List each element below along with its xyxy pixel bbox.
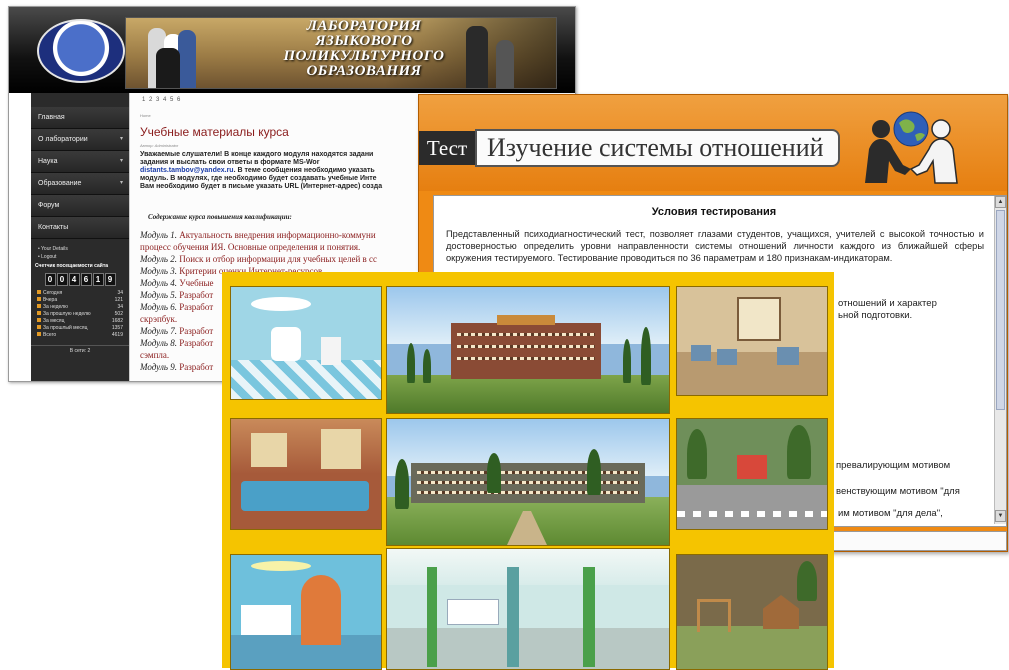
sidebar: Главная О лаборатории ▾ Наука ▾ Образовани… [31, 93, 129, 381]
scrollbar[interactable]: ▲ ▼ [994, 196, 1006, 524]
stat-row: Всего 4619 [31, 332, 129, 339]
scroll-up-icon[interactable]: ▲ [995, 196, 1006, 208]
tile-pool-hall [230, 418, 382, 530]
page-title: Учебные материалы курса [140, 125, 289, 139]
tile-dental-room [230, 286, 382, 400]
online-count: В сети: 2 [31, 345, 129, 354]
user-links: • Your Details • Logout [31, 239, 129, 263]
handshake-globe-icon [865, 111, 958, 184]
stat-icon [37, 318, 41, 322]
photo-collage [222, 272, 834, 670]
list-item[interactable]: процесс обучения ИЯ. Основные определени… [140, 241, 430, 253]
breadcrumb[interactable]: Home [140, 113, 151, 118]
text-fragment: ьной подготовки. [838, 310, 913, 321]
chevron-down-icon: ▾ [119, 136, 123, 142]
list-item[interactable]: Модуль 1. Актуальность внедрения информа… [140, 229, 430, 241]
text-fragment: превалирующим мотивом [836, 460, 951, 471]
chevron-down-icon: ▾ [119, 158, 123, 164]
stat-icon [37, 325, 41, 329]
chevron-down-icon: ▾ [119, 180, 123, 186]
lab-title: ЛАБОРАТОРИЯ ЯЗЫКОВОГО ПОЛИКУЛЬТУРНОГО ОБ… [283, 18, 445, 79]
your-details-link[interactable]: • Your Details [38, 245, 129, 253]
tile-playground [676, 554, 828, 670]
stat-icon [37, 297, 41, 301]
author-line: Автор: Administrator [140, 143, 179, 148]
intro-text: Уважаемые слушатели! В конце каждого мод… [140, 151, 383, 190]
pagination[interactable]: 1 2 3 4 5 6 [142, 97, 181, 103]
test-description: Представленный психодиагностический тест… [446, 229, 984, 263]
menu-item-education[interactable]: Образование ▾ [31, 173, 129, 195]
panel-title: Условия тестирования [651, 206, 777, 218]
test-header: Тест Изучение системы отношений [419, 95, 1007, 191]
stat-icon [37, 311, 41, 315]
tile-building-front [386, 286, 670, 414]
stat-icon [37, 332, 41, 336]
scroll-thumb[interactable] [996, 210, 1005, 410]
counter-digit: 9 [104, 273, 116, 286]
list-item[interactable]: Модуль 2. Поиск и отбор информации для у… [140, 253, 430, 265]
test-tag: Тест [419, 131, 475, 165]
visit-counter: 0 0 4 6 1 9 [31, 273, 129, 286]
tile-playground-street [676, 418, 828, 530]
site-header: ЛАБОРАТОРИЯ ЯЗЫКОВОГО ПОЛИКУЛЬТУРНОГО ОБ… [9, 7, 575, 93]
menu-item-forum[interactable]: Форум [31, 195, 129, 217]
scroll-down-icon[interactable]: ▼ [995, 510, 1006, 522]
text-fragment: им мотивом "для дела", [838, 508, 943, 519]
stat-row: Вчера 121 [31, 297, 129, 304]
menu-item-contacts[interactable]: Контакты [31, 217, 129, 239]
tile-building-wide [386, 418, 670, 546]
email-link[interactable]: distants.tambov@yandex.ru [140, 167, 234, 174]
course-contents-heading: Содержание курса повышения квалификации: [148, 213, 292, 221]
counter-digit: 0 [56, 273, 68, 286]
stat-row: Сегодня 34 [31, 290, 129, 297]
text-fragment: венствующим мотивом "для [836, 486, 960, 497]
university-logo-icon[interactable] [37, 19, 125, 83]
stat-row: За месяц 1682 [31, 318, 129, 325]
counter-digit: 4 [68, 273, 80, 286]
stat-row: За прошлую неделю 502 [31, 311, 129, 318]
tile-classroom [676, 286, 828, 396]
text-fragment: отношений и характер [838, 298, 937, 309]
counter-digit: 1 [92, 273, 104, 286]
tile-reception [230, 554, 382, 670]
stat-row: За неделю 34 [31, 304, 129, 311]
counter-title: Счетчик посещаемости сайта [35, 263, 109, 269]
counter-digit: 6 [80, 273, 92, 286]
logout-link[interactable]: • Logout [38, 253, 129, 261]
menu-item-about[interactable]: О лаборатории ▾ [31, 129, 129, 151]
test-heading: Изучение системы отношений [475, 129, 840, 167]
tile-atrium [386, 548, 670, 670]
stat-icon [37, 290, 41, 294]
counter-digit: 0 [44, 273, 56, 286]
menu-item-home[interactable]: Главная [31, 107, 129, 129]
menu-item-science[interactable]: Наука ▾ [31, 151, 129, 173]
stat-row: За прошлый месяц 1357 [31, 325, 129, 332]
stat-icon [37, 304, 41, 308]
